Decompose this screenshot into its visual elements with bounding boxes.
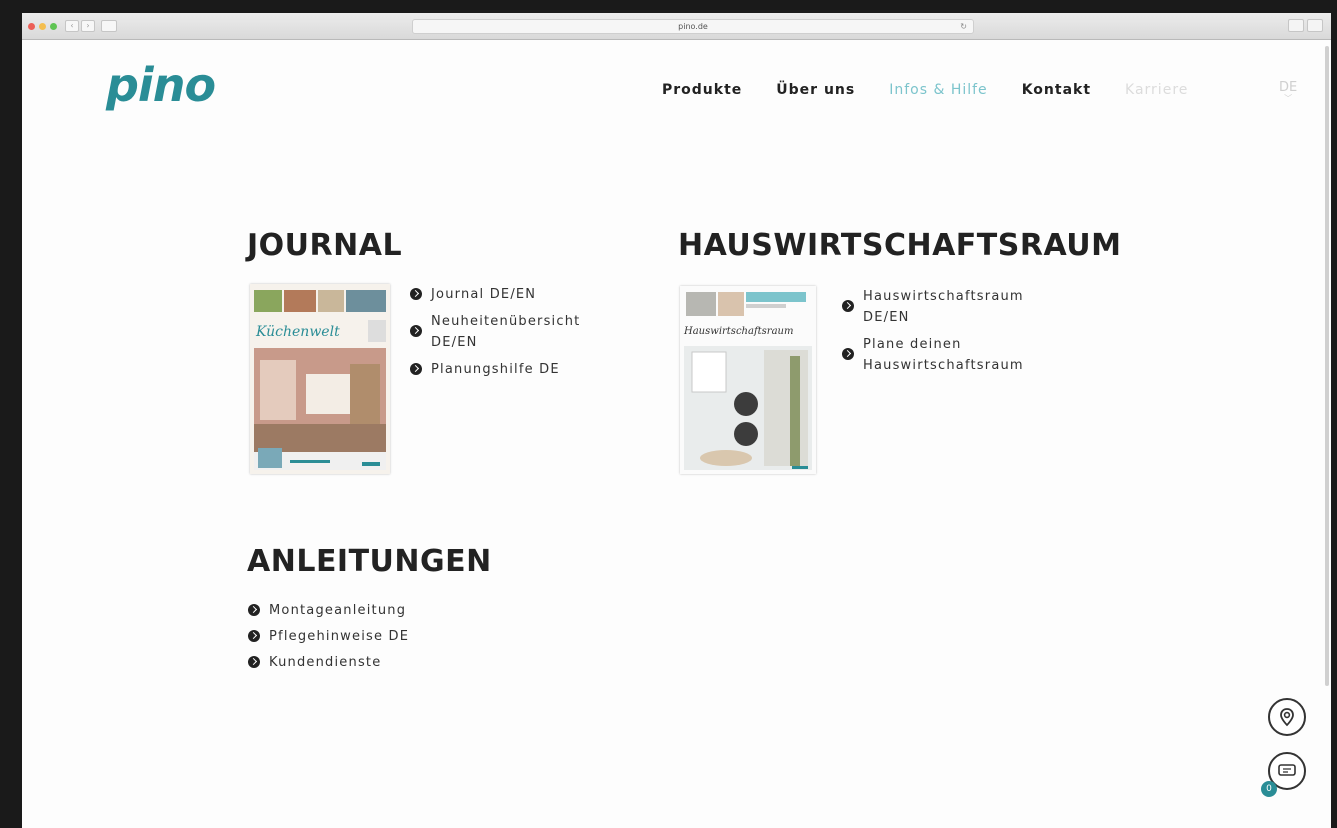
location-pin-icon	[1280, 708, 1294, 727]
journal-links: Journal DE/EN Neuheitenübersicht DE/EN P…	[410, 284, 640, 380]
list-item[interactable]: Montageanleitung	[248, 600, 508, 621]
download-icon	[842, 300, 854, 312]
language-selector[interactable]: DE ﹀	[1279, 80, 1297, 104]
hauswirtschaftsraum-cover-image[interactable]: Hauswirtschaftsraum	[680, 286, 816, 474]
anleitungen-links: Montageanleitung Pflegehinweise DE Kunde…	[248, 600, 508, 673]
nav-karriere[interactable]: Karriere	[1125, 82, 1188, 98]
main-navigation: Produkte Über uns Infos & Hilfe Kontakt …	[662, 82, 1222, 98]
download-icon	[410, 363, 422, 375]
back-button[interactable]: ‹	[65, 20, 79, 32]
chat-notification-badge: 0	[1261, 781, 1277, 797]
forward-button[interactable]: ›	[81, 20, 95, 32]
list-item[interactable]: Kundendienste	[248, 652, 508, 673]
download-icon	[842, 348, 854, 360]
store-locator-button[interactable]	[1268, 698, 1306, 736]
nav-produkte[interactable]: Produkte	[662, 82, 742, 98]
list-item[interactable]: Neuheitenübersicht DE/EN	[410, 311, 640, 353]
download-icon	[248, 604, 260, 616]
web-page: pino Produkte Über uns Infos & Hilfe Kon…	[22, 40, 1331, 828]
download-icon	[248, 630, 260, 642]
nav-ueber-uns[interactable]: Über uns	[776, 82, 855, 98]
hauswirtschaftsraum-heading: HAUSWIRTSCHAFTSRAUM	[678, 228, 1122, 263]
download-icon	[248, 656, 260, 668]
download-icon	[410, 325, 422, 337]
sidebar-toggle-icon[interactable]	[101, 20, 117, 32]
close-window-button[interactable]	[28, 22, 35, 30]
nav-kontakt[interactable]: Kontakt	[1022, 82, 1091, 98]
window-controls	[28, 22, 57, 30]
nav-infos-hilfe[interactable]: Infos & Hilfe	[889, 82, 987, 98]
share-icon[interactable]	[1288, 19, 1304, 32]
download-icon	[410, 288, 422, 300]
url-text: pino.de	[678, 22, 708, 31]
address-bar[interactable]: pino.de ↻	[412, 19, 974, 34]
journal-cover-title: Küchenwelt	[255, 324, 340, 340]
list-item[interactable]: Planungshilfe DE	[410, 359, 640, 380]
tabs-icon[interactable]	[1307, 19, 1323, 32]
page-scrollbar[interactable]	[1325, 46, 1329, 686]
list-item[interactable]: Pflegehinweise DE	[248, 626, 508, 647]
list-item[interactable]: Plane deinen Hauswirtschaftsraum	[842, 334, 1092, 376]
site-logo[interactable]: pino	[106, 58, 216, 112]
browser-toolbar: ‹ › pino.de ↻	[22, 13, 1331, 40]
chat-bubble-icon	[1278, 764, 1296, 776]
maximize-window-button[interactable]	[50, 22, 57, 30]
journal-heading: JOURNAL	[247, 228, 403, 263]
hauswirtschaftsraum-cover-title: Hauswirtschaftsraum	[683, 326, 793, 337]
minimize-window-button[interactable]	[39, 22, 46, 30]
anleitungen-heading: ANLEITUNGEN	[247, 544, 492, 579]
journal-cover-image[interactable]: Küchenwelt	[250, 284, 390, 474]
list-item[interactable]: Journal DE/EN	[410, 284, 640, 305]
hauswirtschaftsraum-links: Hauswirtschaftsraum DE/EN Plane deinen H…	[842, 286, 1092, 376]
list-item[interactable]: Hauswirtschaftsraum DE/EN	[842, 286, 1092, 328]
reload-icon[interactable]: ↻	[960, 20, 967, 33]
